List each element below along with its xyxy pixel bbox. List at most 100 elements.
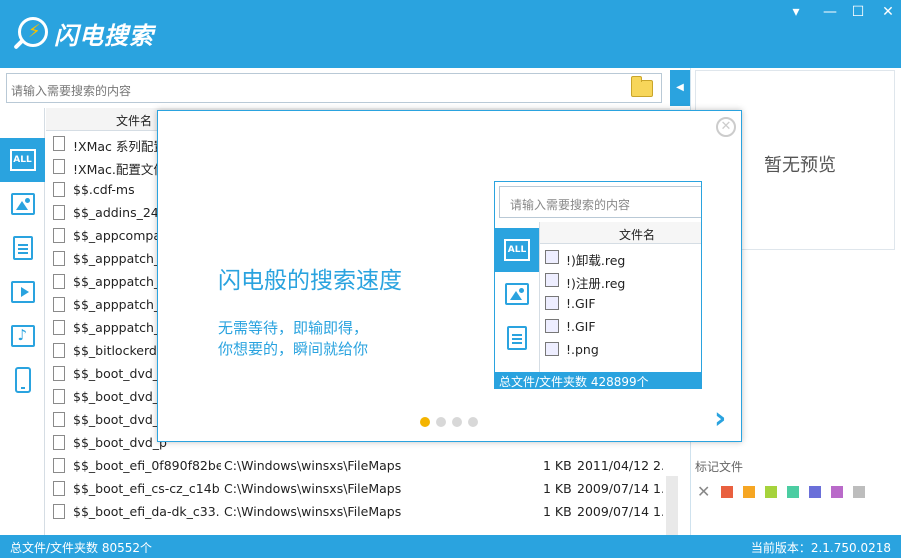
preview-list-item: !)卸载.reg (540, 246, 701, 269)
phone-icon (14, 367, 31, 393)
collapse-panel-button[interactable]: ◀ (670, 70, 690, 106)
tag-color-swatch[interactable] (787, 486, 799, 498)
file-icon (53, 481, 65, 496)
total-files-count: 总文件/文件夹数 80552个 (10, 541, 153, 555)
file-name: $$_boot_efi_da-dk_c33... (73, 504, 221, 519)
tag-color-swatch[interactable] (765, 486, 777, 498)
preview-status-bar: 总文件/文件夹数 428899个 (495, 372, 701, 389)
tag-files-title: 标记文件 (695, 460, 744, 474)
file-icon (53, 136, 65, 151)
tab-images[interactable] (0, 182, 45, 226)
preview-file-icon (545, 273, 559, 287)
video-icon (10, 281, 35, 303)
file-path: C:\Windows\winsxs\FileMaps (224, 504, 402, 519)
preview-table-header: 文件名 (540, 222, 701, 244)
tag-color-swatch[interactable] (809, 486, 821, 498)
intro-app-preview: 请输入需要搜索的内容 ALL 文件名 !)卸载.reg !)注册.reg !.GIF… (494, 181, 702, 389)
tab-mobile[interactable] (0, 358, 45, 402)
title-bar: ⚡ 闪电搜索 ▾ — ☐ ✕ (0, 0, 901, 68)
file-icon (53, 458, 65, 473)
preview-file-name: !.GIF (566, 296, 596, 311)
table-row[interactable]: $$_boot_efi_da-dk_c33... C:\Windows\winsx… (46, 500, 664, 523)
all-icon: ALL (9, 149, 36, 171)
file-path: C:\Windows\winsxs\FileMaps (224, 458, 402, 473)
preview-list-item: !.GIF (540, 315, 701, 338)
file-name: $$_boot_efi_0f890f82be... (73, 458, 221, 473)
carousel-dot[interactable] (468, 417, 478, 427)
search-input[interactable]: 请输入需要搜索的内容 (6, 73, 662, 103)
music-icon (10, 325, 35, 347)
preview-search-placeholder: 请输入需要搜索的内容 (510, 198, 631, 212)
intro-headline: 闪电般的搜索速度 (218, 268, 402, 294)
folder-icon[interactable] (631, 76, 653, 97)
clear-tag-icon[interactable]: ✕ (697, 482, 710, 501)
preview-image-icon (505, 283, 529, 305)
menu-icon[interactable]: ▾ (784, 2, 808, 22)
preview-file-icon (545, 296, 559, 310)
intro-subtitle-line2: 你想要的，瞬间就给你 (218, 340, 369, 358)
file-date: 2009/07/14 1... (577, 504, 663, 519)
file-icon (53, 228, 65, 243)
preview-tab-documents (495, 316, 539, 360)
file-name: $$_boot_efi_cs-cz_c14b... (73, 481, 221, 496)
tab-music[interactable] (0, 314, 45, 358)
preview-file-icon (545, 342, 559, 356)
file-icon (53, 320, 65, 335)
preview-tab-images (495, 272, 539, 316)
close-icon[interactable]: ✕ (876, 2, 900, 22)
status-bar: 总文件/文件夹数 80552个 当前版本：2.1.750.0218 (0, 535, 901, 558)
file-size: 1 KB (543, 481, 572, 496)
carousel-dot[interactable] (452, 417, 462, 427)
file-size: 1 KB (543, 504, 572, 519)
preview-file-icon (545, 319, 559, 333)
file-icon (53, 435, 65, 450)
file-icon (53, 159, 65, 174)
dialog-close-icon[interactable]: ✕ (716, 117, 736, 137)
file-date: 2009/07/14 1... (577, 481, 663, 496)
file-icon (53, 274, 65, 289)
tag-color-swatch[interactable] (831, 486, 843, 498)
category-tabs: ALL (0, 108, 45, 535)
no-preview-text: 暂无预览 (764, 155, 836, 176)
preview-file-icon (545, 250, 559, 264)
preview-tab-all: ALL (495, 228, 539, 272)
scrollbar[interactable] (666, 476, 678, 535)
preview-file-name: !.GIF (566, 319, 596, 334)
file-date: 2011/04/12 2... (577, 458, 663, 473)
tag-color-swatch[interactable] (743, 486, 755, 498)
intro-subtitle-line1: 无需等待，即输即得， (218, 319, 369, 337)
file-icon (53, 389, 65, 404)
preview-list-item: !)注册.reg (540, 269, 701, 292)
preview-file-name: !)卸载.reg (566, 253, 626, 268)
file-icon (53, 366, 65, 381)
carousel-dot[interactable] (436, 417, 446, 427)
tag-color-swatch[interactable] (721, 486, 733, 498)
version-label: 当前版本：2.1.750.0218 (750, 541, 891, 555)
file-icon (53, 251, 65, 266)
preview-category-tabs: ALL (495, 222, 540, 372)
preview-column-header-name: 文件名 (619, 228, 656, 242)
preview-list-item: !.png (540, 338, 701, 361)
preview-total-count: 总文件/文件夹数 428899个 (499, 375, 649, 389)
carousel-dot[interactable] (420, 417, 430, 427)
file-size: 1 KB (543, 458, 572, 473)
maximize-icon[interactable]: ☐ (846, 2, 870, 22)
file-icon (53, 297, 65, 312)
preview-all-icon: ALL (504, 239, 530, 261)
tag-color-swatch[interactable] (853, 486, 865, 498)
column-header-name[interactable]: 文件名 (116, 112, 152, 129)
file-path: C:\Windows\winsxs\FileMaps (224, 481, 402, 496)
tab-videos[interactable] (0, 270, 45, 314)
table-row[interactable]: $$_boot_efi_0f890f82be... C:\Windows\wins… (46, 454, 664, 477)
file-icon (53, 504, 65, 519)
app-title: 闪电搜索 (54, 22, 154, 50)
preview-document-icon (507, 326, 527, 350)
image-icon (10, 193, 35, 215)
tab-all[interactable]: ALL (0, 138, 45, 182)
next-slide-icon[interactable]: › (714, 401, 726, 436)
minimize-icon[interactable]: — (818, 2, 842, 22)
tab-documents[interactable] (0, 226, 45, 270)
file-icon (53, 182, 65, 197)
search-placeholder: 请输入需要搜索的内容 (11, 84, 132, 98)
table-row[interactable]: $$_boot_efi_cs-cz_c14b... C:\Windows\wins… (46, 477, 664, 500)
